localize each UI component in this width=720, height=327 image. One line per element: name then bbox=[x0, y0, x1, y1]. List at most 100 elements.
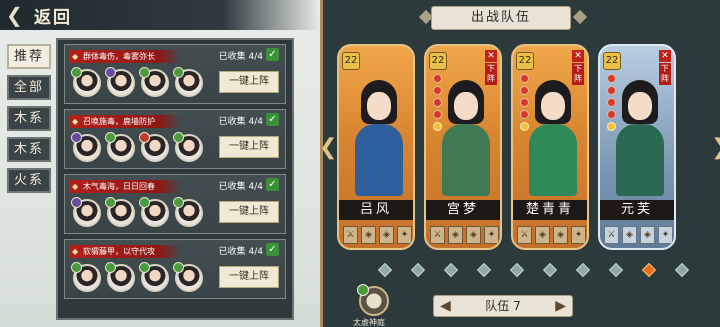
remove-icon[interactable]: ✕ bbox=[659, 50, 671, 62]
collect-count: 已收集 4/4 bbox=[218, 52, 263, 62]
back-button[interactable]: 返回 bbox=[34, 3, 72, 28]
formation-skill-label: 太虚神庭 bbox=[353, 318, 385, 327]
page-dot[interactable] bbox=[641, 262, 657, 278]
hero-avatars bbox=[71, 132, 203, 162]
hero-card[interactable]: 22 ✕ 下阵 元芙 ⚔ ◈ ◈ ✦ bbox=[598, 44, 676, 250]
formation-skill-icon[interactable] bbox=[357, 284, 389, 316]
accessory-icon[interactable]: ✦ bbox=[397, 226, 412, 244]
element-badge-icon bbox=[105, 262, 116, 273]
back-arrow-icon[interactable]: ❮ bbox=[6, 4, 32, 26]
hero-avatar[interactable] bbox=[173, 132, 203, 162]
element-badge-icon bbox=[357, 284, 369, 296]
hero-avatar[interactable] bbox=[139, 262, 169, 292]
hero-avatar[interactable] bbox=[105, 67, 135, 97]
hero-avatar[interactable] bbox=[71, 132, 101, 162]
hero-avatar[interactable] bbox=[71, 67, 101, 97]
equipment-slots: ⚔ ◈ ◈ ✦ bbox=[517, 226, 586, 244]
lineup-record: ◆ 木气毒海，日日回春 已收集 4/4 ✓ 一键上阵 bbox=[64, 174, 286, 234]
page-dot[interactable] bbox=[443, 262, 459, 278]
weapon-icon[interactable]: ⚔ bbox=[517, 226, 532, 244]
hero-name: 楚青青 bbox=[513, 200, 587, 220]
hero-avatar[interactable] bbox=[139, 197, 169, 227]
page-dot[interactable] bbox=[542, 262, 558, 278]
one-click-deploy-button[interactable]: 一键上阵 bbox=[219, 266, 279, 288]
hero-name: 宫梦 bbox=[426, 200, 500, 220]
remove-icon[interactable]: ✕ bbox=[485, 50, 497, 62]
tab-recommended[interactable]: 推荐 bbox=[7, 44, 51, 69]
hero-card[interactable]: 22 吕风 ⚔ ◈ ◈ ✦ bbox=[337, 44, 415, 250]
team-switcher[interactable]: ◀ 队伍 7 ▶ bbox=[433, 295, 573, 317]
armor-icon[interactable]: ◈ bbox=[535, 226, 550, 244]
armor-icon[interactable]: ◈ bbox=[361, 226, 376, 244]
lineup-title: ◆ 木气毒海，日日回春 bbox=[69, 180, 181, 193]
hero-portrait bbox=[440, 76, 492, 196]
accessory-icon[interactable]: ✦ bbox=[571, 226, 586, 244]
hero-avatar[interactable] bbox=[71, 197, 101, 227]
page-dot[interactable] bbox=[410, 262, 426, 278]
lineup-record: ◆ 群体毒伤，毒雾弥长 已收集 4/4 ✓ 一键上阵 bbox=[64, 44, 286, 104]
one-click-deploy-button[interactable]: 一键上阵 bbox=[219, 136, 279, 158]
armor-icon[interactable]: ◈ bbox=[466, 226, 481, 244]
one-click-deploy-button[interactable]: 一键上阵 bbox=[219, 71, 279, 93]
remove-icon[interactable]: ✕ bbox=[572, 50, 584, 62]
element-badge-icon bbox=[139, 67, 150, 78]
lineup-record: ◆ 召唤施毒，鹿墙防护 已收集 4/4 ✓ 一键上阵 bbox=[64, 109, 286, 169]
hero-level: 22 bbox=[429, 52, 447, 70]
team-member-cards: 22 吕风 ⚔ ◈ ◈ ✦ 22 ✕ 下阵 宫梦 ⚔ ◈ ◈ ✦ 22 ✕ 下阵… bbox=[337, 44, 676, 250]
hero-name: 吕风 bbox=[339, 200, 413, 220]
lineup-title: ◆ 软猬藤甲，以守代攻 bbox=[69, 245, 181, 258]
hero-avatar[interactable] bbox=[139, 132, 169, 162]
hero-avatar[interactable] bbox=[173, 262, 203, 292]
element-badge-icon bbox=[71, 262, 82, 273]
flame-icon: ◆ bbox=[72, 52, 79, 61]
armor-icon[interactable]: ◈ bbox=[553, 226, 568, 244]
team-prev-icon[interactable]: ◀ bbox=[440, 296, 451, 316]
armor-icon[interactable]: ◈ bbox=[640, 226, 655, 244]
tab-wood-1[interactable]: 木系 bbox=[7, 106, 51, 131]
accessory-icon[interactable]: ✦ bbox=[658, 226, 673, 244]
hero-avatar[interactable] bbox=[105, 197, 135, 227]
armor-icon[interactable]: ◈ bbox=[379, 226, 394, 244]
lineup-title-text: 召唤施毒，鹿墙防护 bbox=[83, 117, 155, 126]
hero-card[interactable]: 22 ✕ 下阵 楚青青 ⚔ ◈ ◈ ✦ bbox=[511, 44, 589, 250]
element-badge-icon bbox=[105, 67, 116, 78]
check-icon: ✓ bbox=[266, 48, 279, 61]
hero-avatar[interactable] bbox=[139, 67, 169, 97]
hero-avatar[interactable] bbox=[71, 262, 101, 292]
lineup-title-text: 软猬藤甲，以守代攻 bbox=[83, 247, 155, 256]
team-switch-label: 队伍 7 bbox=[485, 299, 521, 313]
hero-card[interactable]: 22 ✕ 下阵 宫梦 ⚔ ◈ ◈ ✦ bbox=[424, 44, 502, 250]
tab-fire[interactable]: 火系 bbox=[7, 168, 51, 193]
accessory-icon[interactable]: ✦ bbox=[484, 226, 499, 244]
team-next-icon[interactable]: ▶ bbox=[555, 296, 566, 316]
weapon-icon[interactable]: ⚔ bbox=[430, 226, 445, 244]
weapon-icon[interactable]: ⚔ bbox=[604, 226, 619, 244]
page-dot[interactable] bbox=[509, 262, 525, 278]
hero-portrait bbox=[353, 76, 405, 196]
lineup-title-text: 木气毒海，日日回春 bbox=[83, 182, 155, 191]
page-dot[interactable] bbox=[377, 262, 393, 278]
tab-all[interactable]: 全部 bbox=[7, 75, 51, 100]
hero-avatar[interactable] bbox=[105, 132, 135, 162]
team-page-indicator bbox=[377, 262, 690, 278]
page-dot[interactable] bbox=[575, 262, 591, 278]
page-dot[interactable] bbox=[608, 262, 624, 278]
check-icon: ✓ bbox=[266, 113, 279, 126]
hero-avatar[interactable] bbox=[173, 197, 203, 227]
collect-count: 已收集 4/4 bbox=[218, 247, 263, 257]
armor-icon[interactable]: ◈ bbox=[448, 226, 463, 244]
page-dot[interactable] bbox=[476, 262, 492, 278]
weapon-icon[interactable]: ⚔ bbox=[343, 226, 358, 244]
hero-avatar[interactable] bbox=[105, 262, 135, 292]
next-arrow-icon[interactable]: ❯ bbox=[711, 135, 720, 161]
tab-wood-2[interactable]: 木系 bbox=[7, 137, 51, 162]
one-click-deploy-button[interactable]: 一键上阵 bbox=[219, 201, 279, 223]
collect-count: 已收集 4/4 bbox=[218, 117, 263, 127]
flame-icon: ◆ bbox=[72, 117, 79, 126]
hero-avatar[interactable] bbox=[173, 67, 203, 97]
top-bar: ❮ 返回 bbox=[0, 0, 320, 30]
page-dot[interactable] bbox=[674, 262, 690, 278]
prev-arrow-icon[interactable]: ❮ bbox=[319, 135, 337, 161]
armor-icon[interactable]: ◈ bbox=[622, 226, 637, 244]
lineup-recommendation-list[interactable]: ◆ 群体毒伤，毒雾弥长 已收集 4/4 ✓ 一键上阵 ◆ 召唤施毒，鹿墙防护 已… bbox=[56, 38, 294, 320]
